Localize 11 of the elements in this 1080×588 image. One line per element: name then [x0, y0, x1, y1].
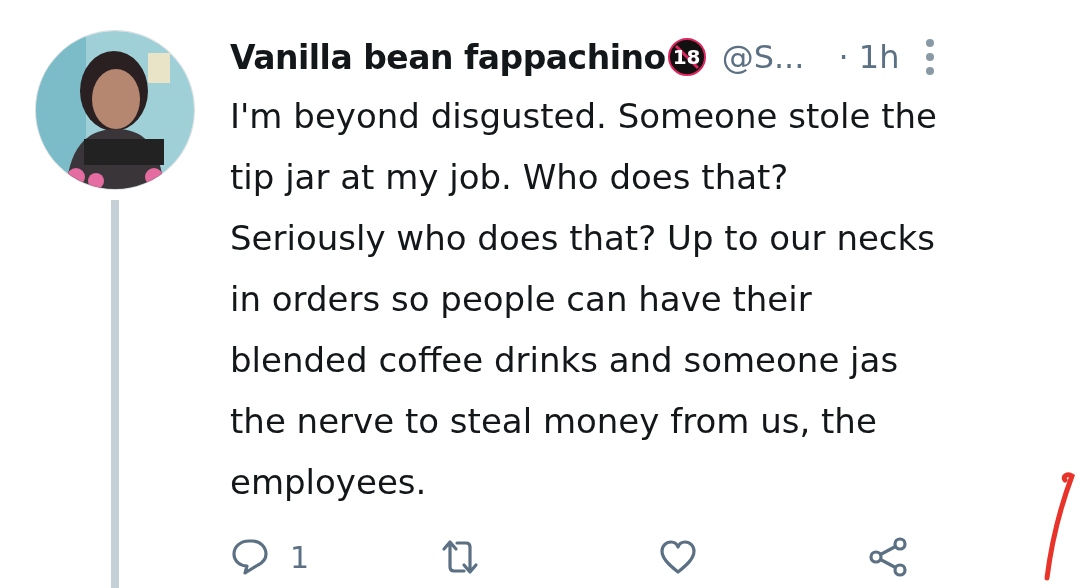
reply-icon	[230, 537, 270, 577]
heart-icon	[658, 537, 698, 577]
share-icon	[868, 537, 908, 577]
retweet-icon	[440, 537, 480, 577]
author-handle: @S...	[721, 38, 805, 76]
more-icon[interactable]	[925, 38, 936, 76]
author-name[interactable]: Vanilla bean fappachino	[230, 37, 666, 77]
share-button[interactable]	[868, 537, 908, 577]
timestamp: · 1h	[838, 38, 900, 76]
tweet-text: I'm beyond disgusted. Someone stole the tip jar at my job. Who does that? Seriously who does that? Up to our necks in orders so people can have their blended coffee drinks and someone jas the nerve to steal money from us, the employees.	[230, 95, 938, 504]
reply-button[interactable]: 1	[230, 537, 440, 577]
